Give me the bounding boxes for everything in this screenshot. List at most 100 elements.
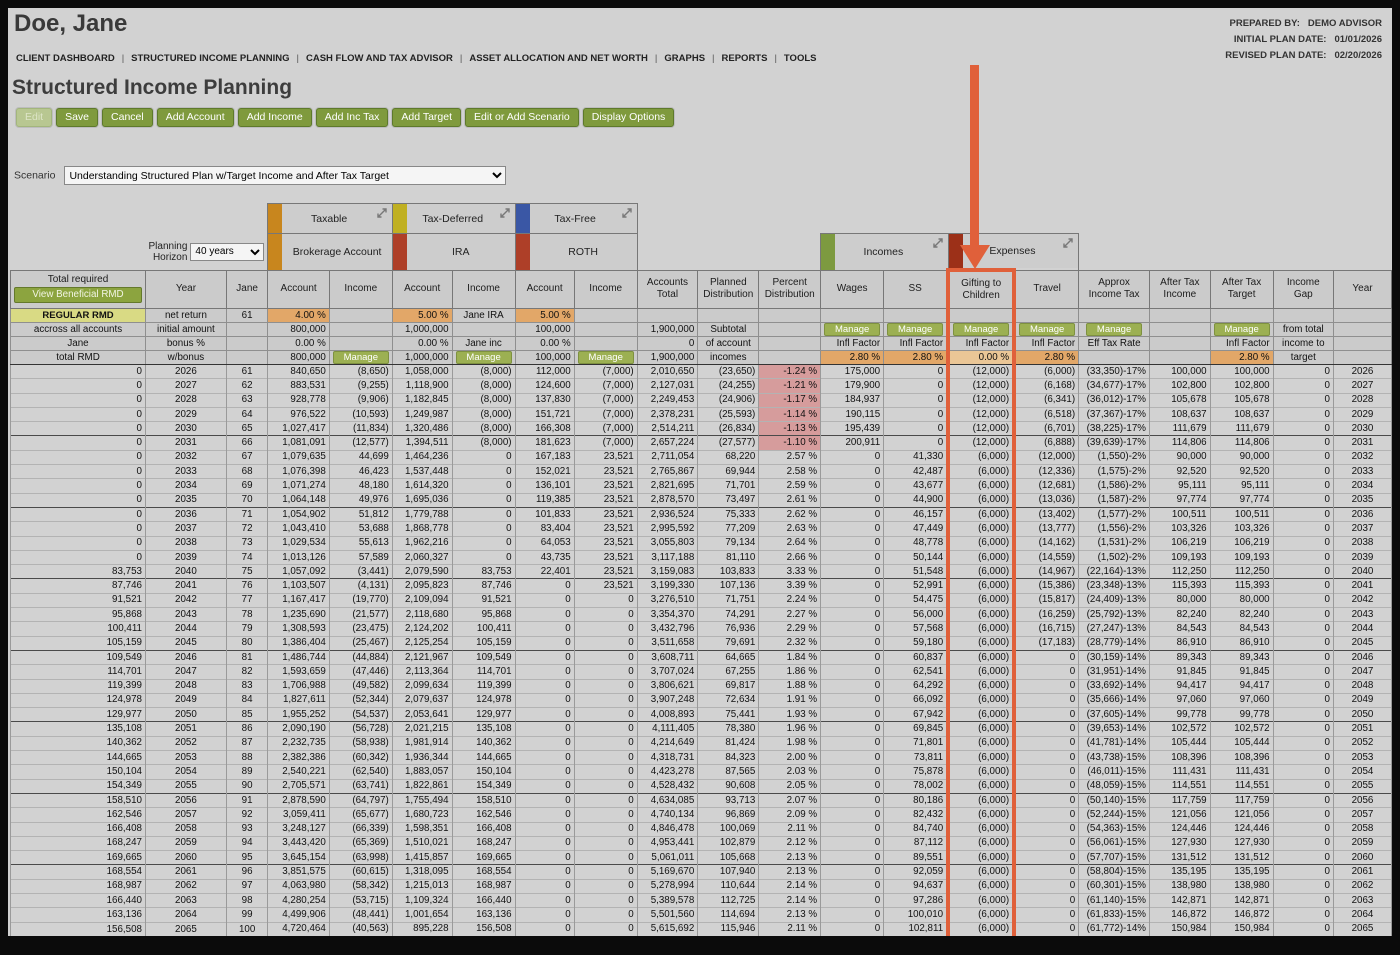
- table-cell: 70: [225, 492, 269, 508]
- table-cell: (6,000): [946, 692, 1017, 708]
- manage-button[interactable]: Manage: [1213, 323, 1270, 336]
- table-cell: 0.00 %: [946, 350, 1017, 365]
- table-cell: 108,396: [1149, 750, 1211, 765]
- table-cell: 0: [820, 449, 885, 465]
- table-cell: 1,614,320: [391, 478, 453, 494]
- collapse-icon[interactable]: [1062, 237, 1074, 249]
- manage-button[interactable]: Manage: [577, 351, 634, 364]
- table-row: 105,159 2045 80 1,386,404 (25,467) 2,125,254 1…: [10, 635, 1392, 651]
- add-target-button[interactable]: Add Target: [392, 108, 462, 127]
- table-cell: 108,637: [1209, 406, 1274, 422]
- table-cell: 1,215,013: [391, 878, 453, 894]
- nav-item-reports[interactable]: REPORTS: [722, 53, 768, 64]
- table-cell: 4,111,405: [636, 721, 699, 737]
- table-cell: (12,000): [1013, 449, 1080, 465]
- scenario-select[interactable]: Understanding Structured Plan w/Target I…: [64, 166, 507, 185]
- collapse-icon[interactable]: [376, 207, 388, 219]
- table-cell: 81: [225, 649, 269, 665]
- manage-button[interactable]: Manage: [824, 323, 881, 336]
- table-cell: 0: [1013, 735, 1080, 751]
- group-tax-deferred-label: Tax-Deferred: [422, 212, 484, 225]
- table-cell: of account: [697, 336, 760, 351]
- table-cell: 168,987: [451, 878, 516, 894]
- col-header-income-gap: Income Gap: [1272, 269, 1334, 309]
- collapse-icon[interactable]: [932, 237, 944, 249]
- table-cell: [1149, 350, 1211, 365]
- display-options-button[interactable]: Display Options: [582, 108, 675, 127]
- table-cell: (6,000): [946, 478, 1017, 494]
- table-cell: 1.96 %: [758, 721, 822, 737]
- table-cell: 81,110: [697, 549, 760, 565]
- table-cell: 1,079,635: [267, 449, 330, 465]
- add-inc-tax-button[interactable]: Add Inc Tax: [315, 108, 389, 127]
- group-tax-free-label: Tax-Free: [554, 212, 596, 225]
- table-cell: (24,255): [697, 378, 760, 394]
- table-cell: 1,235,690: [267, 607, 330, 622]
- table-cell: 1,058,000: [391, 363, 453, 379]
- table-cell: [758, 322, 822, 337]
- table-cell: 1,464,236: [391, 449, 453, 465]
- table-cell: 0: [10, 478, 146, 494]
- manage-button[interactable]: Manage: [455, 351, 512, 364]
- nav-item-tools[interactable]: TOOLS: [784, 53, 817, 64]
- table-cell: 76,936: [697, 621, 760, 637]
- nav-item-cash-flow-and-tax-advisor[interactable]: CASH FLOW AND TAX ADVISOR: [306, 53, 453, 64]
- table-cell: 163,136: [10, 907, 146, 923]
- table-cell: 2.09 %: [758, 807, 822, 822]
- table-cell: total RMD: [10, 350, 146, 365]
- table-cell: 75,333: [697, 506, 760, 522]
- manage-button[interactable]: Manage: [1086, 323, 1143, 336]
- add-account-button[interactable]: Add Account: [156, 108, 234, 127]
- edit-or-add-scenario-button[interactable]: Edit or Add Scenario: [465, 108, 579, 127]
- table-cell: 0: [451, 549, 516, 565]
- table-cell: Eff Tax Rate: [1078, 336, 1151, 351]
- table-cell: 59,180: [883, 635, 949, 651]
- planning-horizon-select[interactable]: 40 years: [190, 242, 265, 261]
- table-cell: 100,000: [514, 322, 575, 337]
- table-cell: (12,681): [1013, 478, 1080, 494]
- table-cell: 55,613: [328, 535, 393, 551]
- nav-item-graphs[interactable]: GRAPHS: [664, 53, 705, 64]
- manage-button[interactable]: Manage: [332, 351, 389, 364]
- collapse-icon[interactable]: [499, 207, 511, 219]
- table-cell: 0: [883, 392, 949, 408]
- nav-separator: |: [712, 53, 715, 64]
- collapse-icon[interactable]: [621, 207, 633, 219]
- table-cell: 115,393: [1209, 578, 1274, 594]
- table-cell: 1,706,988: [267, 678, 330, 694]
- group-expenses-label: Expenses: [989, 245, 1036, 257]
- table-cell: 106,219: [1209, 535, 1274, 551]
- table-cell: 1,071,274: [267, 478, 330, 494]
- table-cell: (33,692)-14%: [1078, 678, 1151, 694]
- manage-button[interactable]: Manage: [887, 323, 944, 336]
- table-cell: 95,868: [10, 607, 146, 622]
- table-cell: 1,182,845: [391, 392, 453, 408]
- table-cell: 5,278,994: [636, 878, 699, 894]
- table-cell: 0: [1013, 921, 1080, 936]
- nav-item-asset-allocation-and-net-worth[interactable]: ASSET ALLOCATION AND NET WORTH: [469, 53, 648, 64]
- table-cell: 129,977: [10, 707, 146, 722]
- table-cell: (6,518): [1013, 406, 1080, 422]
- table-cell: 166,408: [451, 821, 516, 837]
- nav-item-client-dashboard[interactable]: CLIENT DASHBOARD: [16, 53, 115, 64]
- table-cell: 0: [1272, 792, 1334, 808]
- table-cell: (6,000): [946, 892, 1017, 908]
- table-cell: (63,998): [328, 850, 393, 865]
- table-cell: (1,587)-2%: [1078, 492, 1151, 508]
- col-header-account: Account: [514, 269, 575, 309]
- table-cell: 0: [820, 464, 885, 479]
- table-cell: 0: [820, 892, 885, 908]
- table-cell: 0: [1272, 907, 1334, 923]
- cancel-button[interactable]: Cancel: [102, 108, 153, 127]
- table-cell: 2036: [145, 506, 227, 522]
- table-cell: 0: [1272, 807, 1334, 822]
- save-button[interactable]: Save: [56, 108, 99, 127]
- add-income-button[interactable]: Add Income: [237, 108, 312, 127]
- nav-item-structured-income-planning[interactable]: STRUCTURED INCOME PLANNING: [131, 53, 289, 64]
- view-beneficial-rmd-button[interactable]: View Beneficial RMD: [14, 286, 142, 303]
- manage-button[interactable]: Manage: [1019, 323, 1076, 336]
- table-cell: 2048: [1332, 678, 1392, 694]
- table-cell: (56,061)-15%: [1078, 835, 1151, 851]
- manage-button[interactable]: Manage: [953, 323, 1010, 336]
- table-cell: 1,510,021: [391, 835, 453, 851]
